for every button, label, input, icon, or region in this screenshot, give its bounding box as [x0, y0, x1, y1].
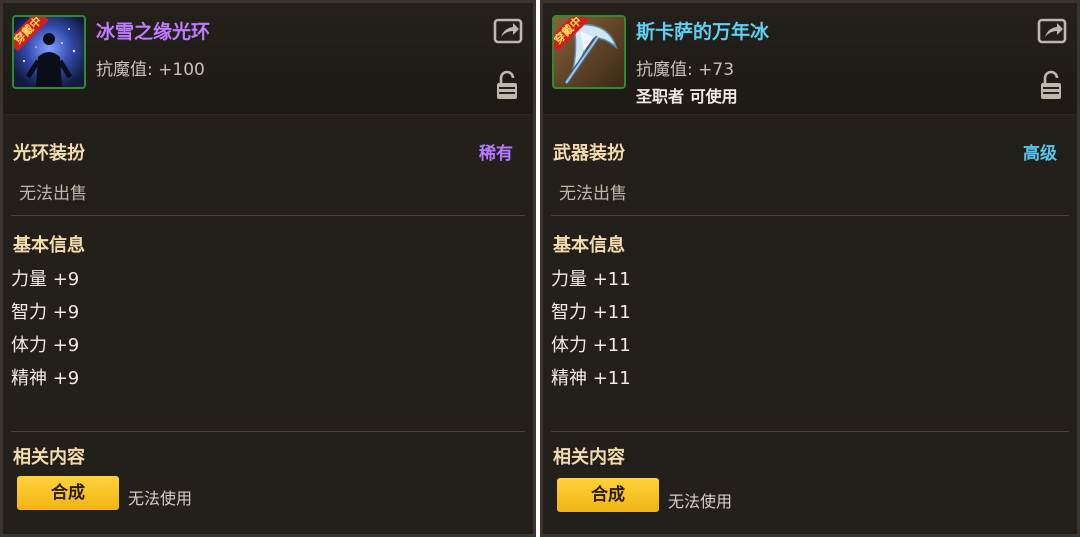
- lock-icon[interactable]: [1039, 69, 1063, 101]
- share-icon[interactable]: [1037, 17, 1067, 45]
- divider: [551, 431, 1069, 432]
- stat-intelligence: 智力 +9: [11, 302, 80, 323]
- stat-intelligence: 智力 +11: [551, 302, 631, 323]
- synthesize-button[interactable]: 合成: [557, 478, 659, 512]
- synthesize-button[interactable]: 合成: [17, 476, 119, 510]
- basic-info-section: 基本信息 力量 +11 智力 +11 体力 +11 精神 +11: [551, 231, 1059, 395]
- stat-spirit: 精神 +9: [11, 368, 80, 389]
- lock-icon[interactable]: [495, 69, 519, 101]
- related-section: 相关内容: [13, 443, 515, 469]
- related-title: 相关内容: [553, 447, 625, 468]
- basic-info-title: 基本信息: [553, 235, 625, 256]
- rarity-label: 高级: [1023, 144, 1057, 164]
- divider: [11, 431, 525, 432]
- item-header: 穿戴中 冰雪之缘光环 抗魔值: +100: [3, 3, 533, 115]
- category-section: 武器装扮 高级 无法出售: [553, 139, 1059, 204]
- item-name: 冰雪之缘光环: [96, 21, 211, 43]
- item-tooltip-left: 穿戴中 冰雪之缘光环 抗魔值: +100 光环装扮 稀有 无法出售 基本信息 力…: [0, 0, 536, 537]
- divider: [11, 215, 525, 216]
- category-section: 光环装扮 稀有 无法出售: [13, 139, 515, 204]
- magic-resist-stat: 抗魔值: +100: [96, 60, 205, 80]
- class-restriction: 圣职者 可使用: [636, 87, 738, 106]
- use-status: 无法使用: [128, 489, 193, 508]
- sell-status: 无法出售: [19, 184, 87, 204]
- basic-info-title: 基本信息: [13, 235, 85, 256]
- category-label: 武器装扮: [553, 143, 625, 164]
- stat-spirit: 精神 +11: [551, 368, 631, 389]
- stat-list: 力量 +9 智力 +9 体力 +9 精神 +9: [11, 263, 515, 395]
- use-status: 无法使用: [668, 492, 733, 511]
- item-header: 穿戴中 斯卡萨的万年冰 抗魔值: +73 圣职者 可使用: [543, 3, 1077, 115]
- stat-vitality: 体力 +11: [551, 335, 631, 356]
- share-icon[interactable]: [493, 17, 523, 45]
- related-section: 相关内容: [553, 443, 1059, 469]
- rarity-label: 稀有: [479, 144, 513, 164]
- stat-list: 力量 +11 智力 +11 体力 +11 精神 +11: [551, 263, 1059, 395]
- ice-scythe-icon: 穿戴中: [552, 15, 626, 89]
- sell-status: 无法出售: [559, 184, 627, 204]
- stat-strength: 力量 +11: [551, 269, 631, 290]
- divider: [551, 215, 1069, 216]
- basic-info-section: 基本信息 力量 +9 智力 +9 体力 +9 精神 +9: [11, 231, 515, 395]
- stat-vitality: 体力 +9: [11, 335, 80, 356]
- stat-strength: 力量 +9: [11, 269, 80, 290]
- item-tooltip-right: 穿戴中 斯卡萨的万年冰 抗魔值: +73 圣职者 可使用 武器装扮 高级 无法出…: [540, 0, 1080, 537]
- item-name: 斯卡萨的万年冰: [636, 21, 770, 43]
- related-title: 相关内容: [13, 447, 85, 468]
- category-label: 光环装扮: [13, 143, 85, 164]
- aura-figure-icon: 穿戴中: [12, 15, 86, 89]
- magic-resist-stat: 抗魔值: +73: [636, 60, 735, 80]
